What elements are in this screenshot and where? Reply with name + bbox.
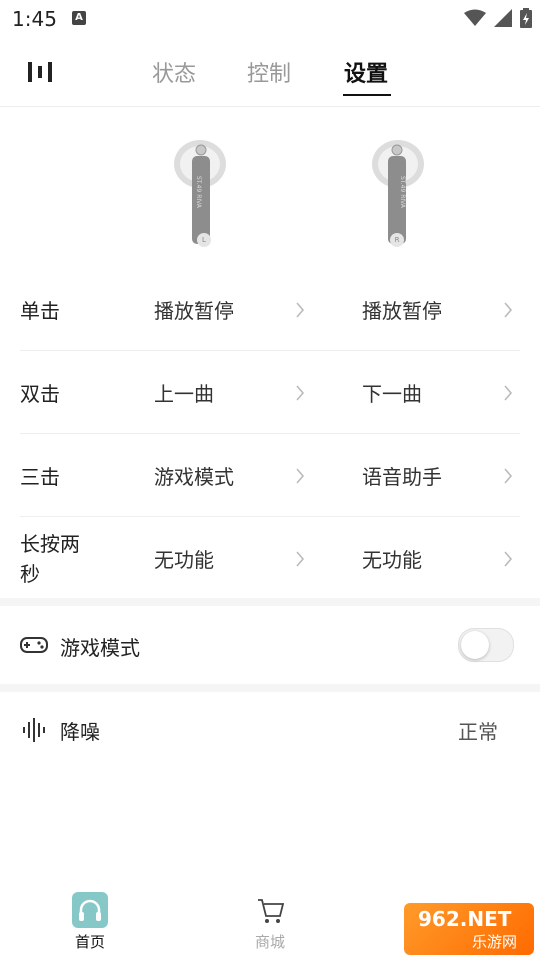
left-action-select[interactable]: 播放暂停 (154, 296, 234, 326)
tab-control[interactable]: 控制 (247, 56, 291, 88)
chevron-right-icon[interactable] (294, 381, 306, 405)
gesture-label: 三击 (20, 465, 60, 489)
watermark-sub: 乐游网 (472, 933, 518, 951)
gesture-label: 单击 (20, 299, 60, 323)
sound-wave-icon (23, 718, 45, 742)
right-action-select[interactable]: 播放暂停 (362, 296, 442, 326)
right-action-select[interactable]: 下一曲 (362, 379, 422, 409)
earbuds-preview: ST.49 RIVA L ST.49 RIVA R (0, 106, 540, 266)
gesture-settings-list: 单击 播放暂停 播放暂停 双击 上一曲 下一曲 三击 游戏模式 语音助手 长按两… (0, 268, 540, 599)
game-mode-row: 游戏模式 (0, 606, 540, 684)
gesture-row-single-tap: 单击 播放暂停 播放暂停 (20, 268, 520, 351)
active-tab-indicator (343, 94, 391, 96)
left-earbud-engraving: ST.49 RIVA (195, 176, 202, 209)
noise-reduction-label: 降噪 (60, 720, 100, 744)
noise-reduction-row[interactable]: 降噪 正常 (0, 692, 540, 770)
system-icons (464, 6, 532, 30)
notification-icon: A (72, 11, 86, 25)
top-tab-bar: 状态 控制 设置 (0, 36, 540, 107)
gesture-label: 双击 (20, 382, 60, 406)
tab-status[interactable]: 状态 (152, 56, 196, 88)
gesture-row-double-tap: 双击 上一曲 下一曲 (20, 351, 520, 434)
tab-settings[interactable]: 设置 (344, 56, 388, 88)
chevron-right-icon[interactable] (294, 298, 306, 322)
chevron-right-icon[interactable] (294, 547, 306, 571)
signal-icon (494, 9, 512, 27)
nav-shop-label: 商城 (254, 933, 285, 951)
bars-menu-icon[interactable] (26, 60, 54, 84)
battery-icon (520, 8, 532, 28)
right-earbud-label: R (390, 233, 404, 247)
shopping-cart-icon (252, 892, 288, 928)
site-watermark: 962.NET 乐游网 (404, 903, 534, 955)
clock: 1:45 (12, 7, 57, 31)
right-earbud-image: ST.49 RIVA (372, 140, 424, 244)
gamepad-icon (20, 637, 48, 653)
gesture-row-triple-tap: 三击 游戏模式 语音助手 (20, 434, 520, 517)
right-earbud-engraving: ST.49 RIVA (399, 176, 406, 209)
nav-shop[interactable]: 商城 (230, 892, 310, 952)
right-action-select[interactable]: 无功能 (362, 545, 422, 575)
gesture-label: 长按两秒 (20, 532, 80, 586)
left-earbud-image: ST.49 RIVA (174, 140, 226, 244)
noise-reduction-value[interactable]: 正常 (458, 716, 498, 745)
game-mode-toggle[interactable] (458, 628, 514, 662)
watermark-brand: 962.NET (418, 907, 512, 931)
toggle-knob (461, 631, 489, 659)
chevron-right-icon[interactable] (502, 464, 514, 488)
nav-home-label: 首页 (74, 933, 105, 951)
gesture-row-long-press: 长按两秒 无功能 无功能 (20, 517, 520, 599)
nav-home[interactable]: 首页 (50, 892, 130, 952)
chevron-right-icon[interactable] (502, 381, 514, 405)
chevron-right-icon[interactable] (294, 464, 306, 488)
left-action-select[interactable]: 上一曲 (154, 379, 214, 409)
game-mode-label: 游戏模式 (60, 636, 140, 660)
section-divider (0, 598, 540, 606)
section-divider (0, 684, 540, 692)
chevron-right-icon[interactable] (502, 547, 514, 571)
wifi-icon (464, 9, 486, 26)
chevron-right-icon[interactable] (502, 298, 514, 322)
status-bar: 1:45 A (0, 0, 540, 36)
left-action-select[interactable]: 游戏模式 (154, 462, 234, 492)
left-action-select[interactable]: 无功能 (154, 545, 214, 575)
left-earbud-label: L (197, 233, 211, 247)
right-action-select[interactable]: 语音助手 (362, 462, 442, 492)
headphones-icon (72, 892, 108, 928)
